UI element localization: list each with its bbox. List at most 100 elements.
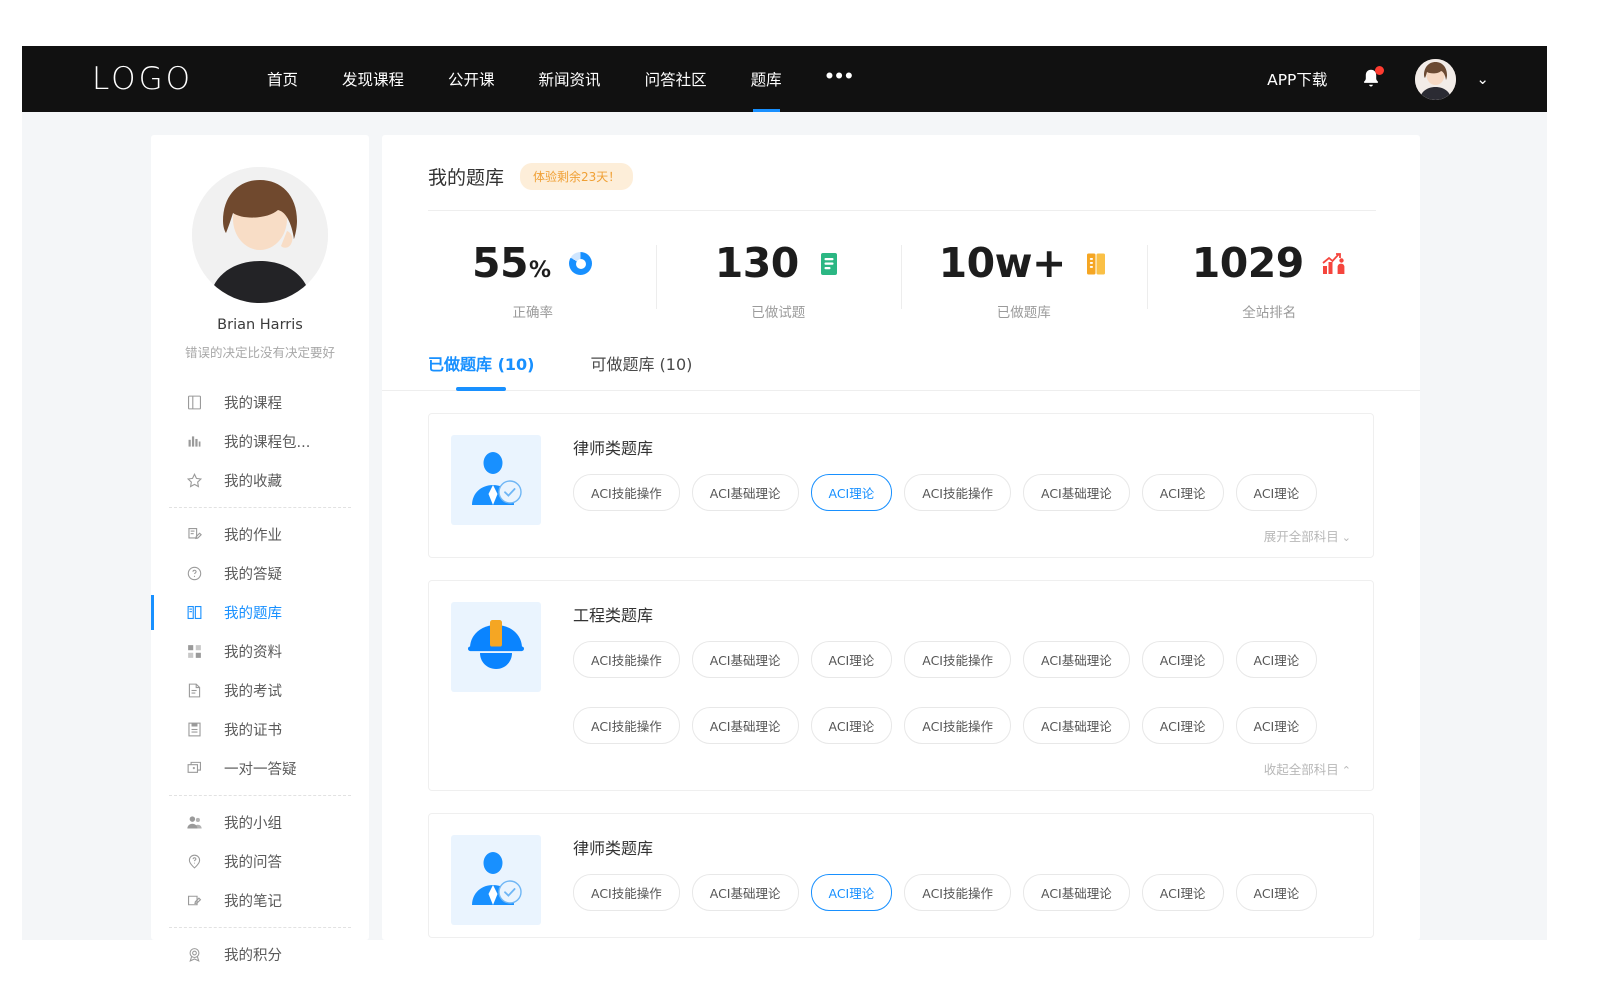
subject-chip[interactable]: ACI技能操作 [573, 874, 680, 911]
subject-chip[interactable]: ACI基础理论 [1023, 474, 1130, 511]
card-title: 工程类题库 [573, 602, 1351, 626]
notification-bell-button[interactable] [1359, 66, 1383, 92]
book-orange-icon [1083, 251, 1109, 277]
nav-item-1[interactable]: 首页 [267, 46, 298, 112]
sidebar-item-label: 我的题库 [224, 602, 282, 623]
subject-chip[interactable]: ACI基础理论 [692, 874, 799, 911]
bars-icon [184, 432, 204, 452]
sidebar-avatar[interactable] [192, 167, 328, 303]
page-title-row: 我的题库 体验剩余23天！ [428, 163, 1376, 211]
sidebar-item-8[interactable]: 我的资料 [151, 632, 369, 671]
expand-subjects-link[interactable]: 展开全部科目⌄ [573, 525, 1351, 545]
subject-chip[interactable]: ACI基础理论 [1023, 641, 1130, 678]
site-logo[interactable]: LOGO [92, 61, 193, 97]
subject-chip-row: ACI技能操作 ACI基础理论 ACI理论 ACI技能操作 ACI基础理论 ACI理论 AC… [573, 641, 1351, 692]
subject-chip[interactable]: ACI理论 [811, 641, 893, 678]
nav-more-button[interactable]: ••• [826, 71, 855, 81]
chevron-up-icon: ⌃ [1342, 764, 1351, 777]
stat-card-1: 55%正确率 [410, 217, 656, 337]
subject-chip[interactable]: ACI理论 [811, 874, 893, 911]
nav-item-2[interactable]: 发现课程 [342, 46, 404, 112]
sidebar-item-label: 我的课程 [224, 392, 282, 413]
page-root: LOGO 首页发现课程公开课新闻资讯问答社区题库 ••• APP下载 ⌄ [0, 0, 1600, 990]
stat-value-row: 130 [656, 243, 902, 284]
subject-chip[interactable]: ACI技能操作 [904, 474, 1011, 511]
book-icon [184, 393, 204, 413]
subject-chip[interactable]: ACI理论 [1142, 707, 1224, 744]
sidebar-item-17[interactable]: 我的积分 [151, 935, 369, 974]
subject-chip[interactable]: ACI技能操作 [573, 641, 680, 678]
sidebar-item-label: 我的小组 [224, 812, 282, 833]
sidebar-item-2[interactable]: 我的课程包... [151, 422, 369, 461]
subject-chip[interactable]: ACI基础理论 [692, 641, 799, 678]
subject-chip[interactable]: ACI理论 [1142, 874, 1224, 911]
ranking-icon [1321, 251, 1347, 277]
subject-chip[interactable]: ACI技能操作 [573, 707, 680, 744]
card-title: 律师类题库 [573, 435, 1351, 459]
stat-value-row: 10w+ [901, 243, 1147, 284]
chat-icon [184, 759, 204, 779]
avatar-dropdown-chevron[interactable]: ⌄ [1476, 70, 1489, 88]
star-icon [184, 471, 204, 491]
subject-chip[interactable]: ACI理论 [811, 474, 893, 511]
menu-divider [169, 795, 351, 796]
sidebar-item-9[interactable]: 我的考试 [151, 671, 369, 710]
sidebar-item-3[interactable]: 我的收藏 [151, 461, 369, 500]
nav-item-6[interactable]: 题库 [751, 46, 782, 112]
exam-icon [184, 681, 204, 701]
qa-pin-icon [184, 852, 204, 872]
sidebar-item-1[interactable]: 我的课程 [151, 383, 369, 422]
question-bank-card: 工程类题库ACI技能操作ACI基础理论ACI理论ACI技能操作ACI基础理论AC… [428, 580, 1374, 791]
sidebar-item-7[interactable]: 我的题库 [151, 593, 369, 632]
sidebar-item-label: 我的作业 [224, 524, 282, 545]
sidebar-item-13[interactable]: 我的小组 [151, 803, 369, 842]
trial-badge: 体验剩余23天！ [520, 163, 633, 190]
subject-chip[interactable]: ACI技能操作 [904, 874, 1011, 911]
sidebar-item-label: 我的积分 [224, 944, 282, 965]
subject-chip[interactable]: ACI理论 [1236, 874, 1318, 911]
subject-chip[interactable]: ACI基础理论 [692, 707, 799, 744]
subject-chip[interactable]: ACI基础理论 [1023, 874, 1130, 911]
sidebar-user-motto: 错误的决定比没有决定要好 [151, 342, 369, 361]
sidebar-item-5[interactable]: 我的作业 [151, 515, 369, 554]
card-thumbnail [451, 835, 541, 925]
medal-icon [184, 945, 204, 965]
stat-card-3: 10w+已做题库 [901, 217, 1147, 337]
subject-chip[interactable]: ACI理论 [1236, 641, 1318, 678]
stat-value: 10w+ [939, 243, 1066, 284]
stat-card-4: 1029全站排名 [1147, 217, 1393, 337]
subject-chip[interactable]: ACI理论 [1142, 641, 1224, 678]
nav-item-3[interactable]: 公开课 [448, 46, 495, 112]
tab-1[interactable]: 已做题库 (10) [428, 351, 534, 390]
subject-chip[interactable]: ACI理论 [1236, 707, 1318, 744]
homework-icon [184, 525, 204, 545]
subject-chip[interactable]: ACI基础理论 [1023, 707, 1130, 744]
document-icon [816, 251, 842, 277]
subject-chip[interactable]: ACI理论 [1142, 474, 1224, 511]
sidebar-item-11[interactable]: 一对一答疑 [151, 749, 369, 788]
sidebar-item-14[interactable]: 我的问答 [151, 842, 369, 881]
ring-progress-icon [568, 251, 594, 277]
nav-item-5[interactable]: 问答社区 [645, 46, 707, 112]
subject-chip[interactable]: ACI技能操作 [904, 707, 1011, 744]
card-thumbnail [451, 602, 541, 692]
sidebar-item-15[interactable]: 我的笔记 [151, 881, 369, 920]
app-download-link[interactable]: APP下载 [1267, 68, 1327, 90]
subject-chip[interactable]: ACI理论 [811, 707, 893, 744]
main-content-panel: 我的题库 体验剩余23天！ 55%正确率130已做试题10w+已做题库1029全… [382, 135, 1420, 940]
question-bank-card: 律师类题库ACI技能操作ACI基础理论ACI理论ACI技能操作ACI基础理论AC… [428, 413, 1374, 558]
sidebar-item-10[interactable]: 我的证书 [151, 710, 369, 749]
sidebar-item-label: 我的答疑 [224, 563, 282, 584]
tab-2[interactable]: 可做题库 (10) [590, 351, 692, 390]
subject-chip-row: ACI技能操作 ACI基础理论 ACI理论 ACI技能操作 ACI基础理论 ACI理论 AC… [573, 474, 1351, 525]
subject-chip[interactable]: ACI技能操作 [573, 474, 680, 511]
expand-subjects-link[interactable]: 收起全部科目⌃ [573, 758, 1351, 778]
header-avatar[interactable] [1415, 59, 1456, 100]
expand-subjects-label: 展开全部科目 [1264, 529, 1339, 544]
sidebar-item-6[interactable]: 我的答疑 [151, 554, 369, 593]
subject-chip[interactable]: ACI理论 [1236, 474, 1318, 511]
subject-chip[interactable]: ACI技能操作 [904, 641, 1011, 678]
nav-item-4[interactable]: 新闻资讯 [539, 46, 601, 112]
subject-chip[interactable]: ACI基础理论 [692, 474, 799, 511]
stat-unit: % [529, 258, 551, 283]
